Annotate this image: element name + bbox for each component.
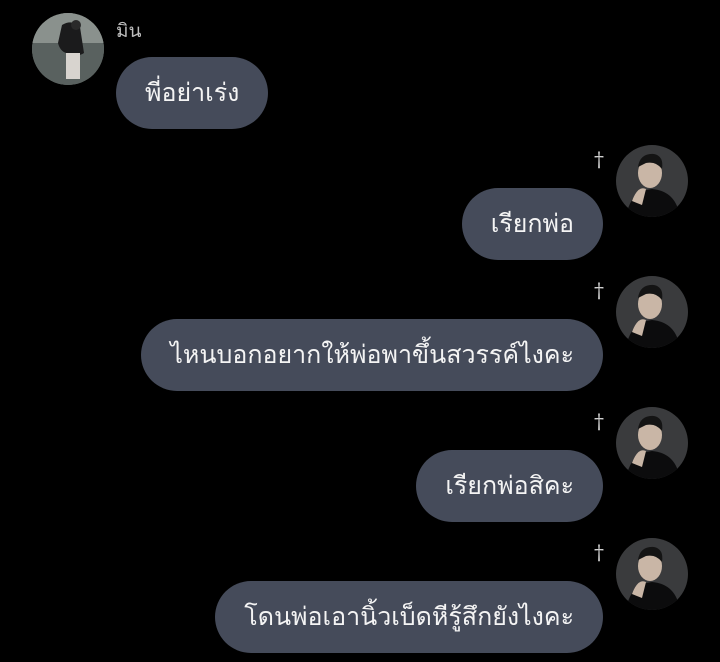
message-bubble-outgoing[interactable]: โดนพ่อเอานิ้วเบ็ดหีรู้สึกยังไงคะ	[215, 581, 603, 653]
my-avatar[interactable]	[616, 276, 688, 348]
man-in-black-avatar-icon	[616, 538, 688, 610]
message-bubble-outgoing[interactable]: ไหนบอกอยากให้พ่อพาขึ้นสวรรค์ไงคะ	[141, 319, 603, 391]
message-bubble-outgoing[interactable]: เรียกพ่อสิคะ	[416, 450, 603, 522]
reply-mark-icon: †	[594, 147, 604, 171]
reply-mark-icon: †	[594, 278, 604, 302]
man-in-black-avatar-icon	[616, 145, 688, 217]
my-avatar[interactable]	[616, 407, 688, 479]
man-in-black-avatar-icon	[616, 407, 688, 479]
sender-avatar[interactable]	[32, 13, 104, 85]
reply-mark-icon: †	[594, 540, 604, 564]
my-avatar[interactable]	[616, 538, 688, 610]
man-in-black-avatar-icon	[616, 276, 688, 348]
my-avatar[interactable]	[616, 145, 688, 217]
message-bubble-incoming[interactable]: พี่อย่าเร่ง	[116, 57, 269, 129]
woman-at-seaside-avatar-icon	[32, 13, 104, 85]
message-bubble-outgoing[interactable]: เรียกพ่อ	[461, 188, 603, 260]
reply-mark-icon: †	[594, 409, 604, 433]
sender-name: มิน	[116, 20, 142, 42]
